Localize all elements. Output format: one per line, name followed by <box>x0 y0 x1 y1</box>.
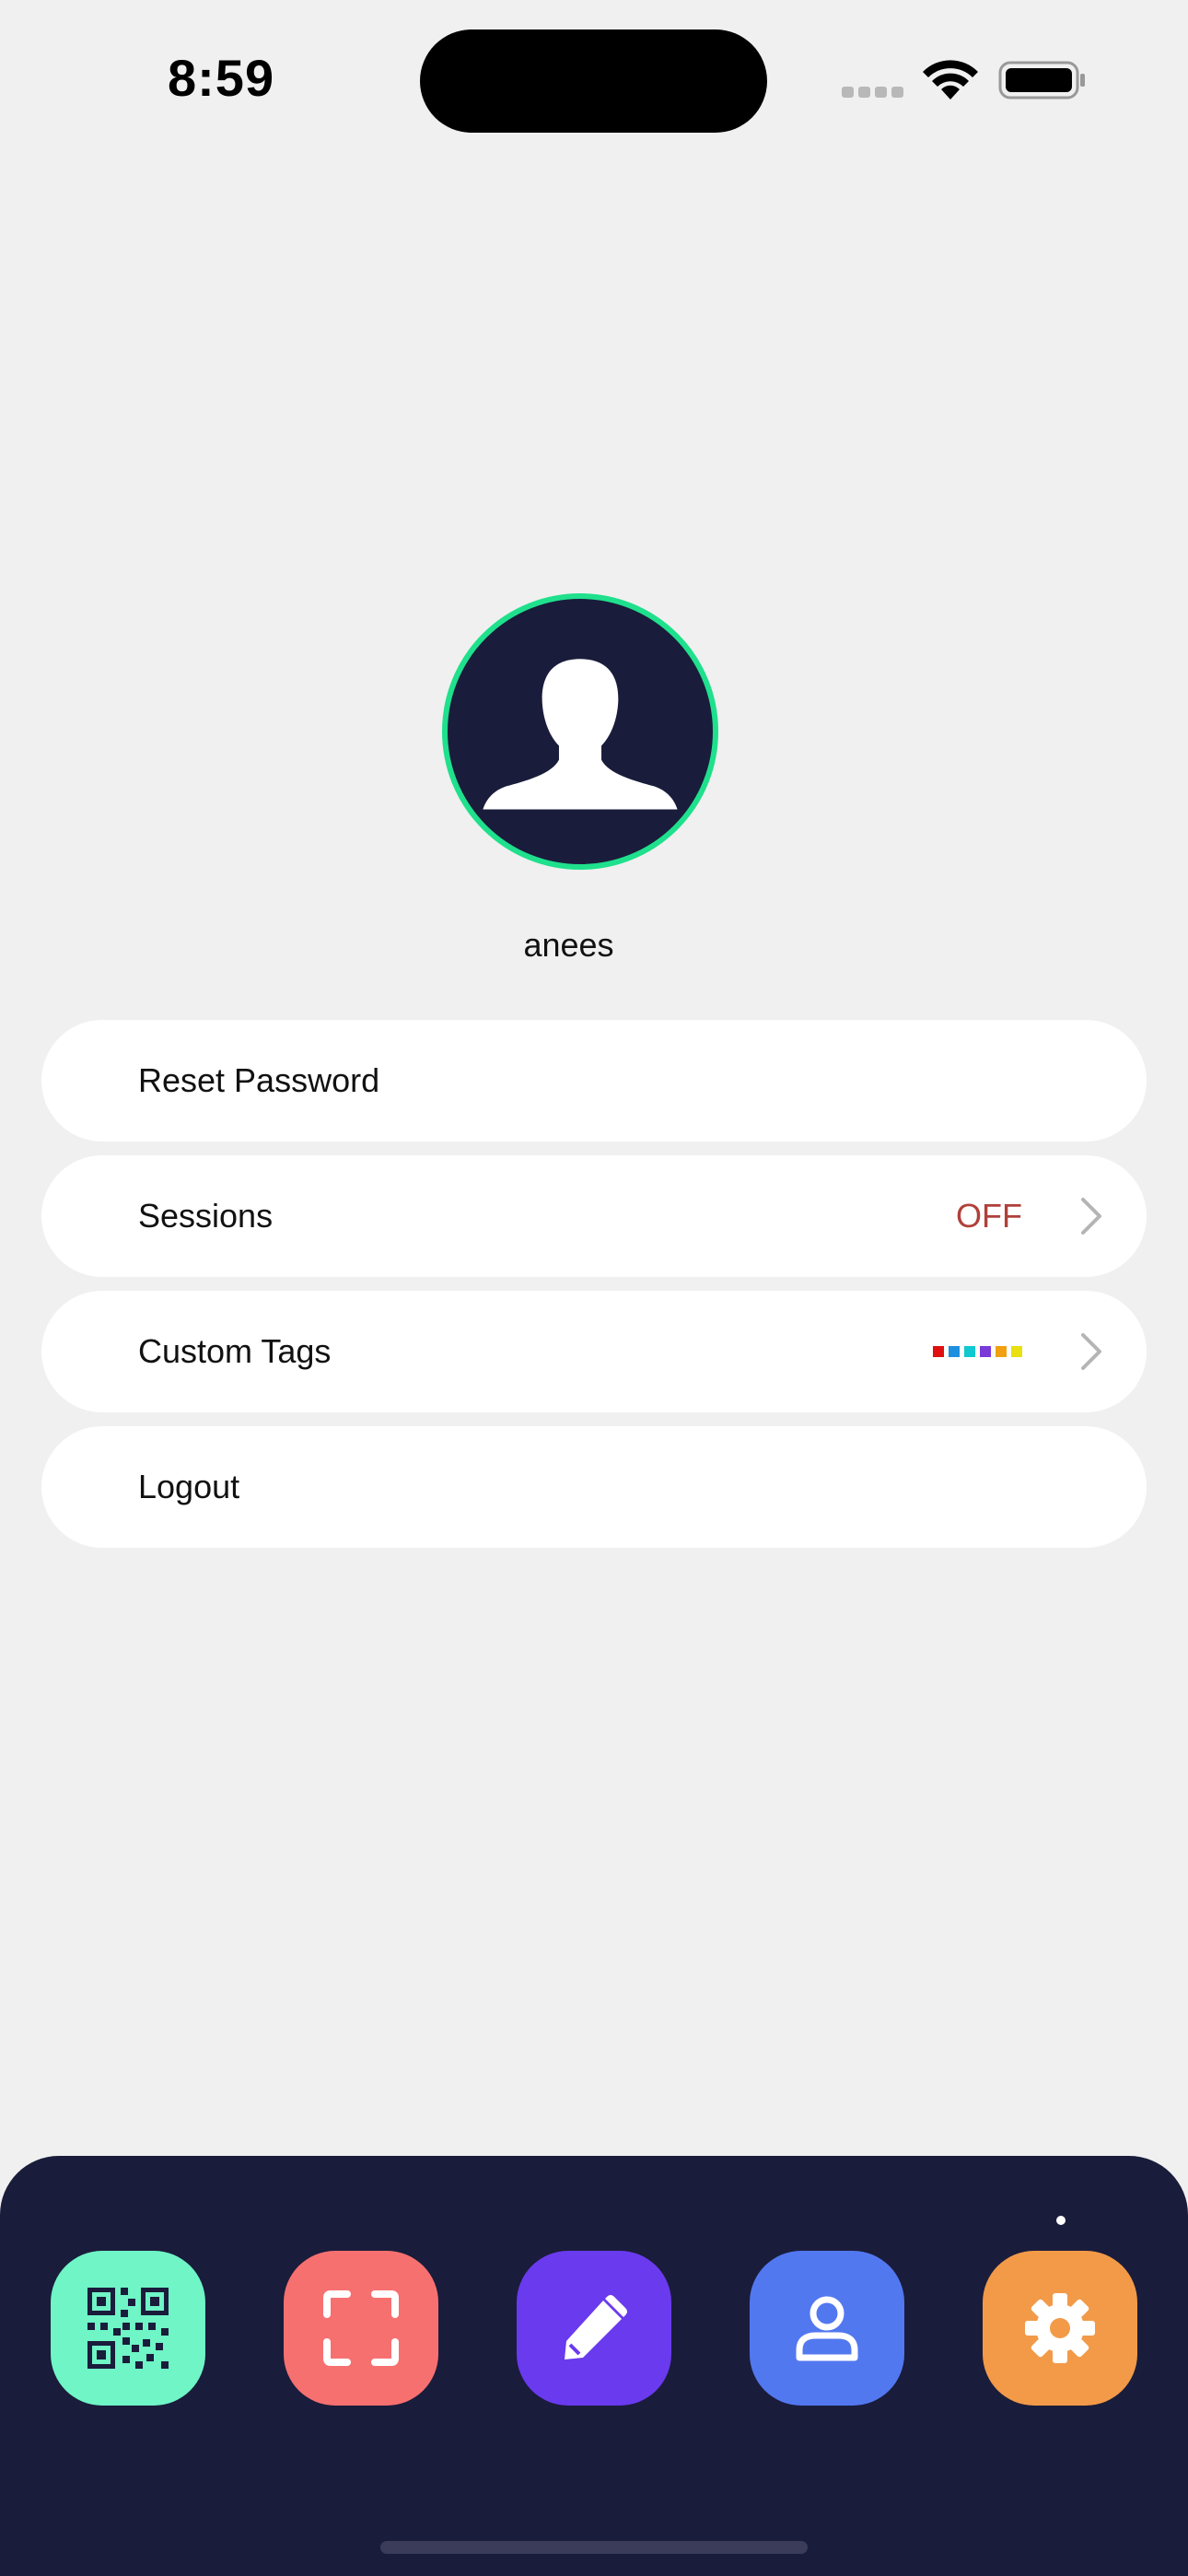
person-silhouette-icon <box>483 659 678 810</box>
tab-scan[interactable] <box>284 2251 438 2406</box>
logout-label: Logout <box>138 1468 240 1505</box>
tag-color-swatch <box>964 1346 975 1357</box>
tag-color-swatch <box>996 1346 1007 1357</box>
battery-icon <box>998 61 1085 100</box>
tag-color-swatch <box>933 1346 944 1357</box>
chevron-right-icon <box>1081 1198 1101 1235</box>
cellular-signal-icon <box>842 87 904 98</box>
tab-edit[interactable] <box>517 2251 671 2406</box>
person-icon <box>796 2296 858 2361</box>
chevron-right-icon <box>1081 1333 1101 1370</box>
avatar[interactable] <box>442 593 718 870</box>
tag-color-swatch <box>1011 1346 1022 1357</box>
tab-qr-code[interactable] <box>51 2251 205 2406</box>
tag-color-swatch <box>949 1346 960 1357</box>
custom-tags-row[interactable]: Custom Tags <box>41 1291 1147 1412</box>
logout-row[interactable]: Logout <box>41 1426 1147 1548</box>
tag-color-swatches <box>933 1346 1022 1357</box>
tab-settings[interactable] <box>983 2251 1137 2406</box>
username: anees <box>523 926 614 964</box>
gear-icon <box>1025 2293 1095 2363</box>
home-indicator <box>380 2541 808 2554</box>
custom-tags-label: Custom Tags <box>138 1332 332 1370</box>
sessions-status-value: OFF <box>956 1197 1022 1235</box>
status-time: 8:59 <box>168 49 275 107</box>
dynamic-island <box>420 29 767 133</box>
sessions-row[interactable]: Sessions OFF <box>41 1155 1147 1277</box>
tag-color-swatch <box>980 1346 991 1357</box>
active-tab-indicator <box>1056 2216 1066 2225</box>
tab-profile[interactable] <box>750 2251 904 2406</box>
profile-screen: 8:59 anees Reset Password Sessions OFF C… <box>0 0 1188 2576</box>
wifi-icon <box>923 60 978 100</box>
pencil-icon <box>565 2295 627 2359</box>
reset-password-row[interactable]: Reset Password <box>41 1020 1147 1142</box>
scan-frame-icon <box>323 2290 399 2366</box>
qr-code-icon <box>87 2288 169 2369</box>
reset-password-label: Reset Password <box>138 1061 380 1099</box>
sessions-label: Sessions <box>138 1197 274 1235</box>
